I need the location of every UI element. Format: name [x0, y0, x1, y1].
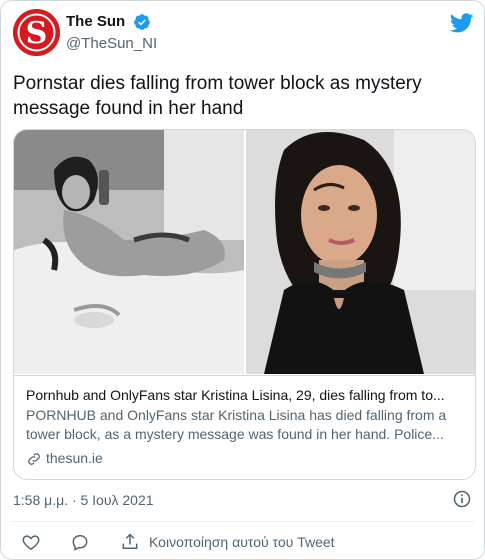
card-title[interactable]: Pornhub and OnlyFans star Kristina Lisin…	[26, 386, 463, 405]
heart-icon[interactable]	[21, 532, 41, 552]
info-icon[interactable]	[452, 489, 472, 509]
photo-left-bw	[14, 130, 244, 374]
reply-icon[interactable]	[70, 532, 90, 552]
author-info[interactable]: The Sun @TheSun_NI	[66, 12, 157, 54]
verified-badge-icon	[133, 14, 150, 30]
card-body[interactable]: Pornhub and OnlyFans star Kristina Lisin…	[14, 375, 475, 468]
card-domain-text[interactable]: thesun.ie	[46, 449, 103, 468]
display-name[interactable]: The Sun	[66, 12, 125, 32]
card-media[interactable]	[14, 130, 475, 374]
share-label[interactable]: Κοινοποίηση αυτού του Tweet	[149, 534, 335, 550]
card-domain[interactable]: thesun.ie	[26, 449, 463, 468]
card-images	[14, 130, 475, 374]
tweet-header: S The Sun @TheSun_NI	[13, 9, 474, 57]
twitter-bird-icon[interactable]	[450, 11, 474, 35]
the-sun-logo-icon: S	[13, 9, 60, 56]
photo-right-selfie	[246, 130, 475, 374]
tweet-embed: S The Sun @TheSun_NI Pornstar dies falli…	[0, 0, 485, 560]
tweet-actions: Κοινοποίηση αυτού του Tweet	[13, 529, 335, 555]
avatar[interactable]: S	[13, 9, 60, 56]
card-description-line: tower block, as a mystery message was fo…	[26, 426, 444, 442]
tweet-timestamp[interactable]: 1:58 μ.μ. · 5 Ιουλ 2021	[13, 491, 154, 510]
card-description: PORNHUB and OnlyFans star Kristina Lisin…	[26, 406, 463, 444]
handle[interactable]: @TheSun_NI	[66, 34, 157, 54]
svg-text:S: S	[26, 16, 48, 51]
link-icon	[28, 452, 40, 465]
card-description-line: PORNHUB and OnlyFans star Kristina Lisin…	[26, 407, 447, 423]
divider	[13, 521, 474, 522]
share-icon	[122, 533, 138, 549]
link-card[interactable]: Pornhub and OnlyFans star Kristina Lisin…	[13, 129, 476, 480]
share-button[interactable]: Κοινοποίηση αυτού του Tweet	[120, 532, 335, 552]
tweet-text: Pornstar dies falling from tower block a…	[13, 73, 422, 119]
